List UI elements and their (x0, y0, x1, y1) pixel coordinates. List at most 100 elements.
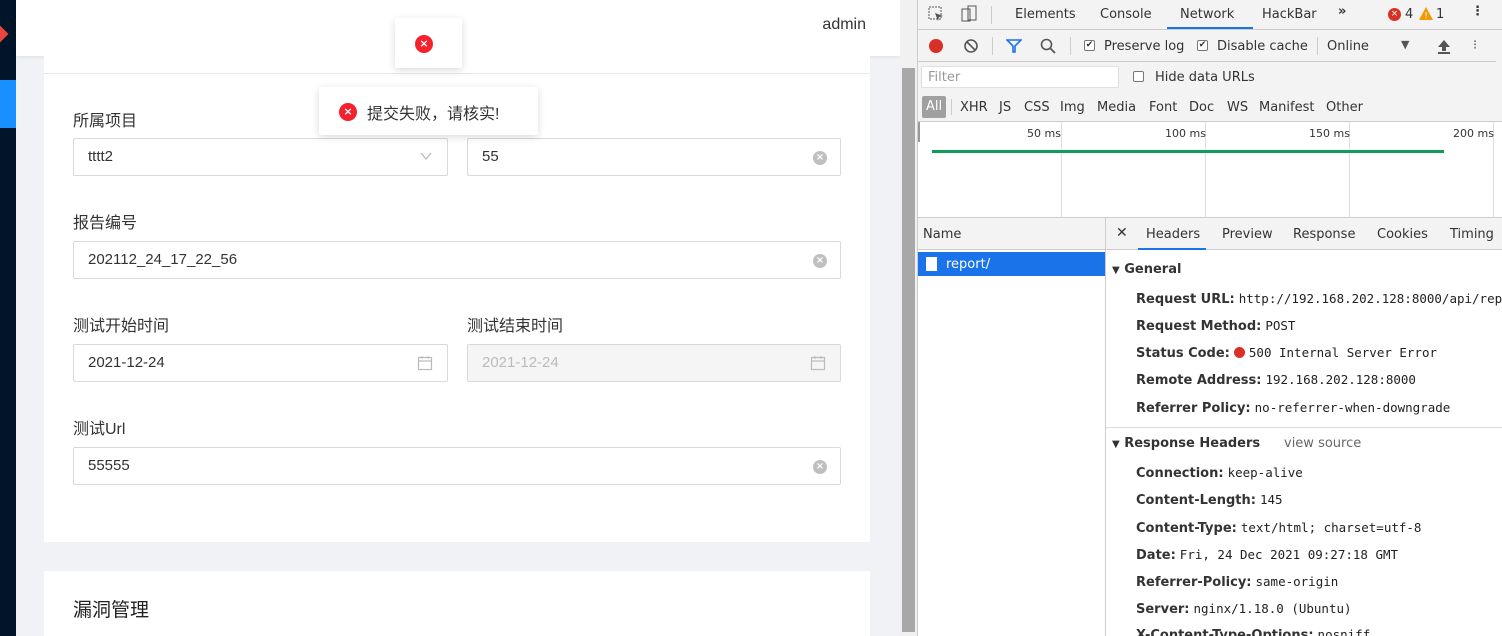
start-date-value: 2021-12-24 (88, 354, 165, 371)
clear-icon[interactable]: × (813, 151, 827, 165)
more-tabs-icon[interactable]: » (1338, 4, 1346, 19)
dropdown-arrow-icon[interactable]: ▼ (1401, 38, 1409, 51)
disable-cache-checkbox[interactable]: ✔ (1197, 40, 1208, 51)
headers-panel: ▼ General Request URL: http://192.168.202… (1106, 250, 1502, 636)
timeline-gridline (1061, 122, 1062, 218)
devtools-panel: Elements Console Network HackBar » × 4 !… (917, 0, 1502, 636)
clear-icon[interactable]: × (813, 460, 827, 474)
error-icon: × (415, 35, 433, 53)
response-header-row: Connection: keep-alive (1136, 465, 1303, 481)
tab-timing[interactable]: Timing (1450, 227, 1494, 242)
timeline-tick: 100 ms (1165, 127, 1206, 140)
clear-icon[interactable]: × (813, 254, 827, 268)
chevron-down-icon (420, 152, 432, 161)
field2-input[interactable]: 55 × (467, 138, 841, 176)
type-all[interactable]: All (922, 96, 946, 118)
inspect-icon[interactable] (928, 6, 945, 23)
collapse-triangle-icon: ▼ (1112, 439, 1120, 450)
name-column-header[interactable]: Name (923, 227, 961, 242)
toast-message: 提交失败，请核实! (367, 106, 500, 123)
collapse-triangle-icon: ▼ (1112, 265, 1120, 276)
vuln-section-title: 漏洞管理 (73, 600, 150, 621)
header-value: nginx/1.18.0 (Ubuntu) (1193, 601, 1352, 616)
tab-console[interactable]: Console (1100, 7, 1152, 22)
type-font[interactable]: Font (1149, 100, 1177, 115)
filter-icon[interactable] (1006, 39, 1022, 53)
kebab-menu-icon[interactable]: ⋮ (1471, 4, 1484, 19)
tab-preview[interactable]: Preview (1222, 227, 1273, 242)
network-timeline[interactable]: 50 ms 100 ms 150 ms 200 ms (918, 122, 1502, 218)
close-detail-icon[interactable]: ✕ (1116, 225, 1128, 241)
type-doc[interactable]: Doc (1189, 100, 1214, 115)
scrollbar-thumb[interactable] (902, 68, 915, 632)
start-date-input[interactable]: 2021-12-24 (73, 344, 448, 382)
header-value: nosniff (1317, 627, 1371, 636)
header-key: Date: (1136, 548, 1176, 563)
project-select[interactable]: tttt2 (73, 138, 448, 176)
response-header-row: Referrer-Policy: same-origin (1136, 574, 1338, 590)
tab-cookies[interactable]: Cookies (1377, 227, 1428, 242)
type-other[interactable]: Other (1326, 100, 1363, 115)
type-ws[interactable]: WS (1227, 100, 1248, 115)
response-header-row: Content-Type: text/html; charset=utf-8 (1136, 520, 1421, 536)
hide-data-urls-label: Hide data URLs (1155, 70, 1255, 85)
general-row: Request Method: POST (1136, 318, 1295, 334)
logo-mark (0, 25, 9, 43)
project-select-value: tttt2 (88, 148, 114, 165)
header-key: Connection: (1136, 466, 1224, 481)
tab-network[interactable]: Network (1180, 7, 1234, 22)
search-icon[interactable] (1040, 38, 1056, 54)
type-js[interactable]: JS (999, 100, 1011, 115)
warning-icon: ! (1419, 7, 1433, 20)
resource-type-filter: All XHR JS CSS Img Media Font Doc WS Man… (918, 92, 1502, 122)
user-menu[interactable]: admin (822, 16, 866, 34)
report-no-label: 报告编号 (73, 215, 138, 232)
clear-log-icon[interactable] (963, 38, 979, 54)
type-media[interactable]: Media (1097, 100, 1136, 115)
calendar-icon (810, 356, 826, 371)
request-row[interactable]: report/ (918, 252, 1105, 276)
general-row: Status Code: 500 Internal Server Error (1136, 345, 1437, 361)
device-toggle-icon[interactable] (960, 5, 978, 23)
page-scrollbar[interactable] (900, 0, 917, 636)
sidebar-active-item[interactable] (0, 80, 16, 128)
type-manifest[interactable]: Manifest (1259, 100, 1314, 115)
test-url-input[interactable]: 55555 × (73, 447, 841, 485)
timeline-tick: 50 ms (1027, 127, 1061, 140)
header-key: X-Content-Type-Options: (1136, 628, 1314, 636)
type-xhr[interactable]: XHR (960, 100, 988, 115)
header-value: 500 Internal Server Error (1248, 345, 1438, 360)
response-headers-section-header[interactable]: ▼ Response Headers (1112, 436, 1260, 451)
divider (1070, 37, 1071, 55)
section-divider (1106, 427, 1502, 428)
filter-input[interactable]: Filter (921, 66, 1119, 88)
header-key: Referrer Policy: (1136, 401, 1251, 416)
warning-count[interactable]: 1 (1436, 7, 1444, 22)
view-source-link[interactable]: view source (1284, 436, 1361, 451)
tab-hackbar[interactable]: HackBar (1262, 7, 1317, 22)
tab-headers[interactable]: Headers (1146, 227, 1200, 242)
header-value: no-referrer-when-downgrade (1254, 400, 1451, 415)
toolbar-overflow-icon[interactable]: ⁝ (1473, 38, 1477, 53)
record-icon[interactable] (929, 39, 943, 53)
header-key: Request Method: (1136, 319, 1262, 334)
header-key: Remote Address: (1136, 373, 1262, 388)
throttle-select[interactable]: Online (1327, 39, 1369, 54)
tab-elements[interactable]: Elements (1015, 7, 1076, 22)
report-no-value: 202112_24_17_22_56 (88, 251, 238, 268)
header-value: keep-alive (1227, 465, 1303, 480)
type-img[interactable]: Img (1060, 100, 1085, 115)
error-count[interactable]: 4 (1405, 7, 1413, 22)
report-no-input[interactable]: 202112_24_17_22_56 × (73, 241, 841, 279)
preserve-log-checkbox[interactable]: ✔ (1084, 40, 1095, 51)
type-css[interactable]: CSS (1024, 100, 1050, 115)
active-tab-indicator (1167, 27, 1253, 29)
error-toast: × 提交失败，请核实! (319, 87, 538, 135)
response-header-row: Server: nginx/1.18.0 (Ubuntu) (1136, 601, 1352, 617)
header-value: 192.168.202.128:8000 (1265, 372, 1416, 387)
hide-data-urls-checkbox[interactable] (1133, 71, 1144, 82)
error-count-icon: × (1388, 8, 1401, 21)
tab-response[interactable]: Response (1293, 227, 1355, 242)
general-section-header[interactable]: ▼ General (1112, 262, 1181, 277)
import-har-icon[interactable] (1437, 38, 1451, 54)
